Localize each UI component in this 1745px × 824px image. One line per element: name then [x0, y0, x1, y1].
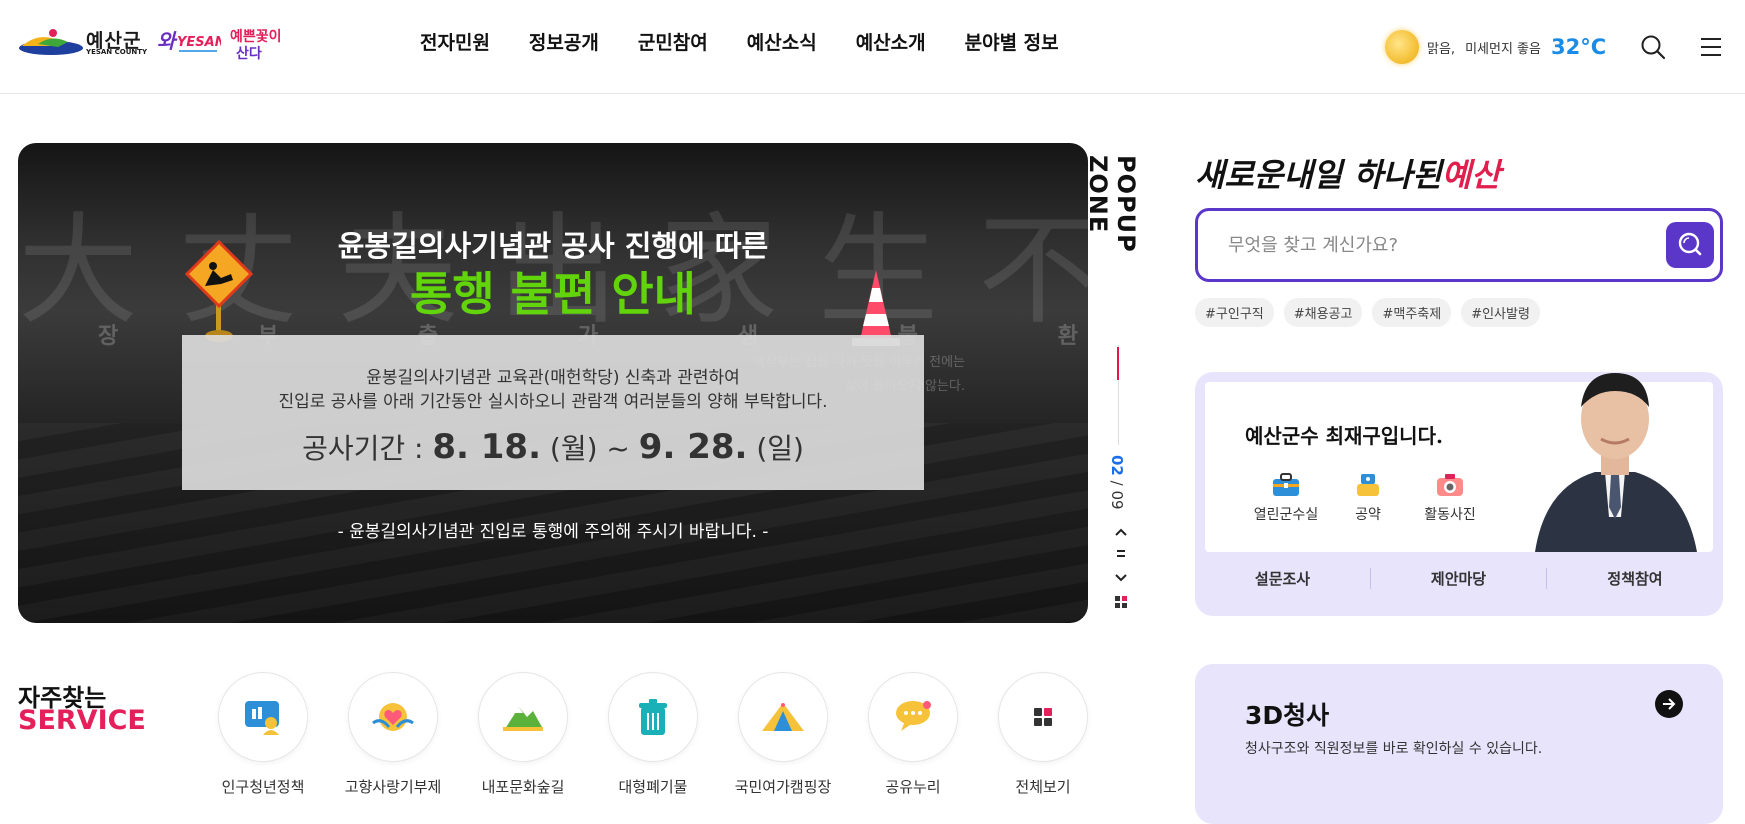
popular-tags: #구인구직 #채용공고 #맥주축제 #인사발령	[1195, 298, 1550, 327]
chevron-down-icon[interactable]	[1110, 567, 1132, 587]
popup-counter: 02 / 09	[1108, 455, 1126, 510]
service-item-share[interactable]: 공유누리	[848, 672, 978, 797]
card-3d-desc: 청사구조와 직원정보를 바로 확인하실 수 있습니다.	[1245, 741, 1543, 757]
service-list: 인구청년정책 고향사랑기부제 내포문화숲길 대형폐기물 국민여가캠핑장 공유누리…	[198, 672, 1108, 797]
info-line2: 진입로 공사를 아래 기간동안 실시하오니 관람객 여러분들의 양해 부탁합니다…	[278, 392, 828, 412]
policy-participation-link[interactable]: 정책참여	[1547, 568, 1723, 589]
mayor-card-inner: 예산군수 최재구입니다. 열린군수실 공약 활동사진	[1205, 373, 1713, 552]
arrow-right-icon[interactable]	[1655, 690, 1683, 718]
slogan: 새로운내일 하나된예산	[1195, 156, 1501, 194]
search-submit-button[interactable]	[1666, 222, 1714, 268]
service-item-population[interactable]: 인구청년정책	[198, 672, 328, 797]
mayor-link-pledge[interactable]: 공약	[1327, 472, 1409, 524]
camera-icon	[1437, 474, 1463, 496]
tag-beer-festival[interactable]: #맥주축제	[1372, 298, 1452, 327]
service-title-en: SERVICE	[18, 705, 146, 736]
tag-job[interactable]: #구인구직	[1195, 298, 1274, 327]
weather-widget: 맑음, 미세먼지 좋음 32°C	[1385, 30, 1606, 64]
nav-info-disclosure[interactable]: 정보공개	[529, 28, 599, 55]
camping-tent-icon	[762, 703, 804, 731]
service-item-large-waste[interactable]: 대형폐기물	[588, 672, 718, 797]
site-header: 예산군 YESAN COUNTY 와 YESAN! 예쁜꽃이 산다 전자민원 정…	[0, 0, 1745, 94]
grid-all-icon	[1034, 708, 1052, 726]
main-nav: 전자민원 정보공개 군민참여 예산소식 예산소개 분야별 정보	[420, 28, 1098, 55]
popup-counter-total: 09	[1108, 490, 1126, 510]
hometown-donation-icon	[372, 703, 414, 731]
grid-icon[interactable]	[1110, 592, 1132, 612]
weather-condition: 맑음,	[1427, 41, 1456, 57]
svg-text:산다: 산다	[236, 45, 262, 62]
card-3d-office[interactable]: 3D청사 청사구조와 직원정보를 바로 확인하실 수 있습니다.	[1195, 664, 1723, 824]
popup-banner[interactable]: 大丈夫出家生不還 장 부 출 가 생 불 환 백장부는 집을 나가 뜻을 이루기…	[18, 143, 1088, 623]
search-submit-icon	[1678, 232, 1702, 256]
svg-text:예쁜꽃이: 예쁜꽃이	[230, 28, 282, 45]
banner-info-box: 윤봉길의사기념관 교육관(매헌학당) 신축과 관련하여 진입로 공사를 아래 기…	[182, 335, 924, 490]
trash-bin-icon	[639, 699, 667, 735]
service-item-hometown-donation[interactable]: 고향사랑기부제	[328, 672, 458, 797]
wa-yesan-badge-icon[interactable]: 와 YESAN!	[155, 24, 221, 60]
nav-yesan-news[interactable]: 예산소식	[747, 28, 817, 55]
weather-dust: 미세먼지 좋음	[1465, 41, 1541, 57]
search-box	[1195, 208, 1723, 282]
service-item-camping[interactable]: 국민여가캠핑장	[718, 672, 848, 797]
service-item-view-all[interactable]: 전체보기	[978, 672, 1108, 797]
forest-trail-icon	[503, 707, 543, 731]
mayor-title: 예산군수 최재구입니다.	[1245, 424, 1443, 448]
weather-temp: 32°C	[1550, 35, 1607, 59]
yesan-logo-mark-icon	[19, 29, 83, 55]
popup-zone-label: POPUP ZONE	[1084, 155, 1140, 253]
search-input[interactable]	[1228, 231, 1648, 259]
nav-field-info[interactable]: 분야별 정보	[965, 28, 1059, 55]
tag-personnel[interactable]: #인사발령	[1461, 298, 1540, 327]
hamburger-menu-icon[interactable]	[1700, 36, 1722, 58]
mayor-link-photos[interactable]: 활동사진	[1409, 472, 1491, 524]
popup-counter-current: 02	[1108, 455, 1126, 476]
nav-citizen-participation[interactable]: 군민참여	[638, 28, 708, 55]
yesan-logo[interactable]: 예산군 YESAN COUNTY	[18, 24, 148, 58]
nav-yesan-intro[interactable]: 예산소개	[856, 28, 926, 55]
nav-e-civil[interactable]: 전자민원	[420, 28, 490, 55]
mayor-card: 예산군수 최재구입니다. 열린군수실 공약 활동사진 설문조사 제안마당 정책참…	[1195, 372, 1723, 616]
banner-note: - 윤봉길의사기념관 진입로 통행에 주의해 주시기 바랍니다. -	[337, 522, 769, 542]
svg-text:와: 와	[157, 29, 178, 53]
briefcase-icon	[1273, 473, 1299, 496]
logo-subtext: YESAN COUNTY	[86, 48, 148, 56]
info-line1: 윤봉길의사기념관 교육관(매헌학당) 신축과 관련하여	[366, 368, 740, 388]
sun-icon	[1385, 30, 1419, 64]
pledge-icon	[1357, 474, 1379, 496]
mayor-link-office[interactable]: 열린군수실	[1245, 472, 1327, 524]
flower-town-badge-icon[interactable]: 예쁜꽃이 산다	[228, 24, 290, 64]
chevron-up-icon[interactable]	[1110, 522, 1132, 542]
construction-period: 공사기간 : 8. 18. (월) ~ 9. 28. (일)	[302, 427, 804, 467]
shared-chat-icon	[896, 701, 931, 731]
tag-recruit[interactable]: #채용공고	[1283, 298, 1363, 327]
search-icon[interactable]	[1640, 34, 1666, 60]
proposal-link[interactable]: 제안마당	[1371, 568, 1547, 589]
pause-icon[interactable]	[1110, 543, 1132, 563]
service-item-forest-trail[interactable]: 내포문화숲길	[458, 672, 588, 797]
mayor-bottom-links: 설문조사 제안마당 정책참여	[1195, 568, 1723, 589]
card-3d-title: 3D청사	[1245, 701, 1330, 730]
banner-title-line2: 통행 불편 안내	[410, 267, 696, 321]
popup-progress-bar	[1117, 347, 1119, 380]
svg-text:YESAN!: YESAN!	[177, 35, 221, 50]
population-policy-icon	[245, 701, 279, 735]
survey-link[interactable]: 설문조사	[1195, 568, 1371, 589]
mayor-links: 열린군수실 공약 활동사진	[1245, 472, 1491, 524]
mayor-photo	[1535, 373, 1697, 552]
